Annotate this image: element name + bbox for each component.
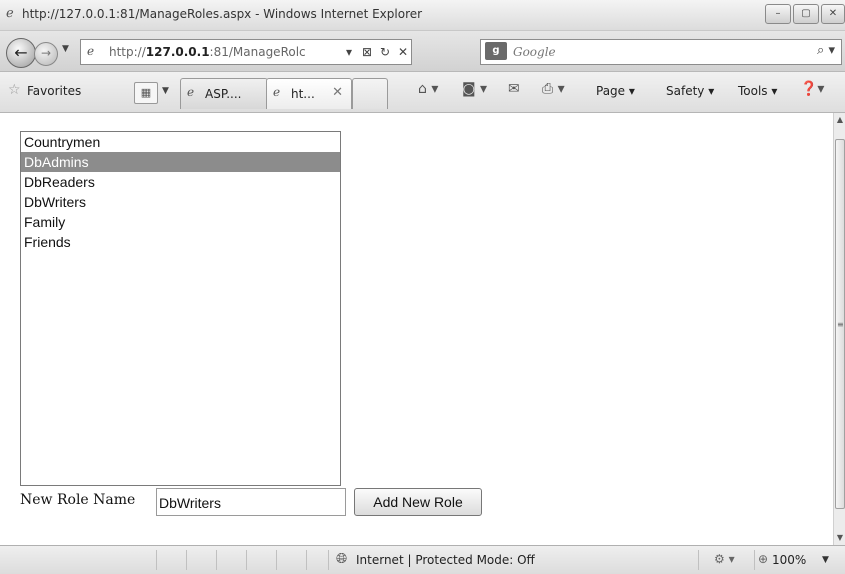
forward-button[interactable]: →	[34, 42, 58, 66]
scroll-down-arrow-icon[interactable]: ▼	[834, 531, 845, 545]
minimize-button[interactable]: –	[765, 4, 791, 24]
refresh-icon[interactable]: ↻	[379, 45, 391, 59]
status-divider	[276, 550, 277, 570]
favorites-button[interactable]: Favorites	[27, 84, 81, 98]
zoom-level[interactable]: 100%	[772, 553, 806, 567]
feeds-icon[interactable]: ◙ ▾	[462, 81, 487, 97]
tab-label: ht...	[291, 87, 315, 101]
page-content: Countrymen DbAdmins DbReaders DbWriters Fami…	[0, 113, 833, 545]
new-tab-button[interactable]	[352, 78, 388, 109]
status-divider	[216, 550, 217, 570]
role-list-item[interactable]: Family	[21, 212, 340, 232]
page-menu[interactable]: Page ▾	[596, 84, 635, 98]
back-button[interactable]: ←	[6, 38, 36, 68]
quick-tabs-button[interactable]: ▦	[134, 82, 158, 104]
google-search-icon: g	[485, 42, 507, 60]
add-new-role-button[interactable]: Add New Role	[354, 488, 482, 516]
ie-page-icon: ℯ	[273, 85, 281, 99]
window-title: http://127.0.0.1:81/ManageRoles.aspx - W…	[22, 7, 423, 21]
internet-globe-icon: 🌐︎	[336, 551, 348, 567]
recent-pages-dropdown[interactable]: ▼	[62, 44, 69, 54]
status-divider	[328, 550, 329, 570]
ie-logo-icon: ℯ	[6, 6, 14, 21]
tools-menu[interactable]: Tools ▾	[738, 84, 777, 98]
quick-tabs-icon: ▦	[140, 86, 152, 99]
status-bar: 🌐︎ Internet | Protected Mode: Off ⚙ ▾ ⊕ …	[0, 545, 845, 574]
add-ons-icon[interactable]: ⚙ ▾	[714, 552, 735, 566]
stop-icon[interactable]: ✕	[397, 45, 409, 59]
status-divider	[246, 550, 247, 570]
status-divider	[306, 550, 307, 570]
address-url[interactable]: http://127.0.0.1:81/ManageRolc	[109, 45, 306, 59]
vertical-scrollbar[interactable]: ▲ ≡ ▼	[833, 113, 845, 545]
role-list-item[interactable]: DbWriters	[21, 192, 340, 212]
address-toolbar: ← → ▼ ℯ http://127.0.0.1:81/ManageRolc ▾…	[0, 31, 845, 72]
status-divider	[698, 550, 699, 570]
ie-page-icon: ℯ	[187, 85, 195, 99]
close-button[interactable]: ✕	[821, 4, 845, 24]
compatibility-view-icon[interactable]: ⊠	[361, 45, 373, 59]
role-list-item[interactable]: Countrymen	[21, 132, 340, 152]
status-divider	[186, 550, 187, 570]
roles-listbox[interactable]: Countrymen DbAdmins DbReaders DbWriters Fami…	[20, 131, 341, 486]
tab-asp[interactable]: ℯ ASP....	[180, 78, 268, 109]
new-role-label: New Role Name	[20, 492, 136, 508]
scroll-up-arrow-icon[interactable]: ▲	[834, 113, 845, 127]
zoom-dropdown-icon[interactable]: ▼	[822, 555, 829, 565]
close-tab-icon[interactable]: ✕	[332, 85, 343, 100]
window-controls: – ▢ ✕	[765, 4, 845, 24]
scrollbar-thumb[interactable]: ≡	[835, 139, 845, 509]
title-bar: ℯ http://127.0.0.1:81/ManageRoles.aspx -…	[0, 0, 845, 31]
tab-list-dropdown[interactable]: ▼	[162, 86, 169, 96]
status-divider	[754, 550, 755, 570]
tab-current[interactable]: ℯ ht... ✕	[266, 78, 352, 109]
tab-label: ASP....	[205, 87, 242, 101]
mail-icon[interactable]: ✉	[508, 81, 520, 97]
forward-arrow-icon: →	[40, 46, 52, 60]
address-bar[interactable]: ℯ http://127.0.0.1:81/ManageRolc ▾ ⊠ ↻ ✕	[80, 39, 412, 65]
search-box[interactable]: g Google ⌕ ▾	[480, 39, 842, 65]
home-icon[interactable]: ⌂ ▾	[418, 81, 438, 97]
help-icon[interactable]: ❓▾	[800, 81, 824, 97]
page-icon: ℯ	[87, 44, 95, 58]
maximize-button[interactable]: ▢	[793, 4, 819, 24]
search-input[interactable]: Google	[513, 45, 556, 59]
print-icon[interactable]: ⎙ ▾	[542, 81, 565, 97]
address-dropdown-icon[interactable]: ▾	[343, 45, 355, 59]
new-role-input[interactable]: DbWriters	[156, 488, 346, 516]
status-divider	[156, 550, 157, 570]
search-icon[interactable]: ⌕ ▾	[817, 43, 835, 58]
role-list-item[interactable]: Friends	[21, 232, 340, 252]
safety-menu[interactable]: Safety ▾	[666, 84, 714, 98]
favorites-star-icon: ☆	[8, 82, 21, 98]
role-list-item[interactable]: DbReaders	[21, 172, 340, 192]
zoom-icon[interactable]: ⊕	[758, 552, 768, 566]
back-arrow-icon: ←	[14, 43, 28, 62]
role-list-item[interactable]: DbAdmins	[21, 152, 340, 172]
grip-icon: ≡	[837, 320, 844, 329]
command-bar: ☆ Favorites ▦ ▼ ℯ ASP.... ℯ ht... ✕ ⌂ ▾ …	[0, 72, 845, 113]
address-tools: ▾ ⊠ ↻ ✕	[343, 42, 409, 62]
security-zone-text[interactable]: Internet | Protected Mode: Off	[356, 553, 535, 567]
